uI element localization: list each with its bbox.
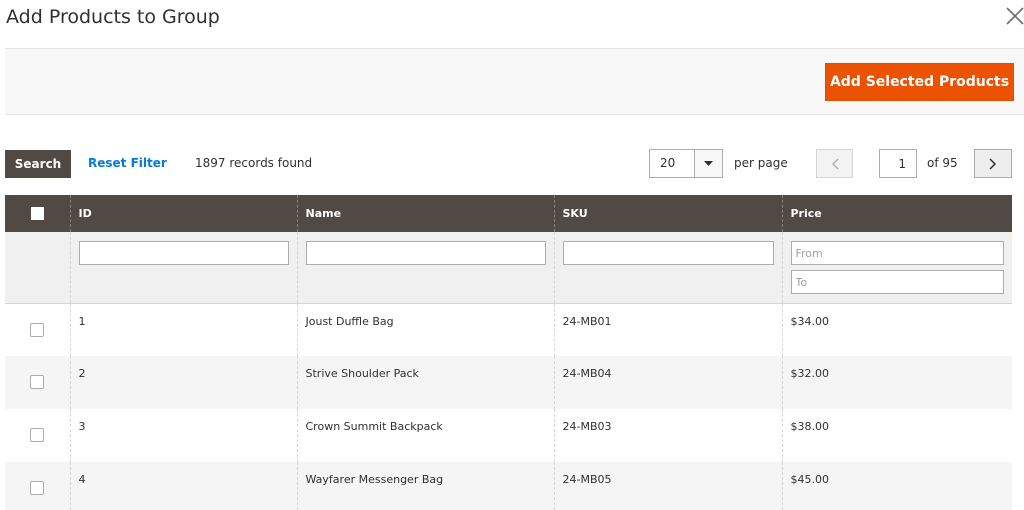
modal-actions-bar: Add Selected Products: [5, 48, 1024, 115]
filter-cell-name: [296, 232, 554, 304]
next-page-button[interactable]: [974, 149, 1012, 178]
column-header-name[interactable]: Name: [296, 195, 554, 232]
table-row[interactable]: 1 Joust Duffle Bag 24-MB01 $34.00: [5, 303, 1012, 356]
cell-id: 4: [69, 462, 297, 510]
row-checkbox[interactable]: [30, 481, 44, 495]
row-checkbox[interactable]: [30, 322, 44, 337]
cell-name: Crown Summit Backpack: [296, 409, 554, 462]
cell-id: 2: [69, 356, 297, 409]
per-page-value: 20: [660, 156, 676, 170]
filter-cell-price: [781, 232, 1012, 304]
per-page-select[interactable]: 20: [649, 149, 723, 178]
cell-price: $32.00: [781, 356, 1012, 409]
filter-cell-sku: [553, 232, 782, 304]
column-header-price[interactable]: Price: [781, 195, 1012, 232]
column-header-id[interactable]: ID: [69, 195, 297, 232]
row-select-cell: [5, 303, 70, 356]
current-page-input[interactable]: [879, 149, 917, 178]
row-select-cell: [5, 409, 70, 462]
cell-sku: 24-MB04: [553, 356, 782, 409]
total-pages-label: of 95: [927, 156, 958, 170]
chevron-left-icon: [831, 158, 839, 170]
row-checkbox[interactable]: [30, 428, 44, 442]
select-all-checkbox[interactable]: [31, 207, 44, 220]
table-row[interactable]: 3 Crown Summit Backpack 24-MB03 $38.00: [5, 409, 1012, 462]
caret-down-icon: [704, 161, 713, 166]
search-button[interactable]: Search: [5, 150, 71, 178]
row-checkbox[interactable]: [30, 375, 44, 389]
chevron-right-icon: [989, 158, 997, 170]
cell-id: 3: [69, 409, 297, 462]
filter-row: [5, 232, 1012, 304]
close-button[interactable]: [1005, 6, 1024, 26]
per-page-dropdown-toggle[interactable]: [694, 150, 722, 177]
cell-sku: 24-MB01: [553, 303, 782, 356]
column-header-select: [5, 195, 70, 232]
filter-cell-empty: [5, 232, 70, 304]
column-header-sku[interactable]: SKU: [553, 195, 782, 232]
id-filter-input[interactable]: [78, 241, 289, 265]
cell-sku: 24-MB05: [553, 462, 782, 510]
cell-name: Strive Shoulder Pack: [296, 356, 554, 409]
close-icon: [1006, 7, 1024, 25]
cell-price: $38.00: [781, 409, 1012, 462]
cell-sku: 24-MB03: [553, 409, 782, 462]
row-select-cell: [5, 356, 70, 409]
cell-price: $45.00: [781, 462, 1012, 510]
modal-title: Add Products to Group: [6, 6, 220, 28]
reset-filter-link[interactable]: Reset Filter: [88, 156, 167, 170]
records-count: 1897 records found: [195, 156, 313, 170]
cell-name: Joust Duffle Bag: [296, 303, 554, 356]
per-page-label: per page: [734, 156, 788, 170]
price-to-input[interactable]: [790, 270, 1004, 294]
sku-filter-input[interactable]: [562, 241, 774, 265]
add-selected-products-button[interactable]: Add Selected Products: [825, 63, 1014, 101]
grid-header-row: ID Name SKU Price: [5, 195, 1012, 232]
filter-cell-id: [69, 232, 297, 304]
cell-price: $34.00: [781, 303, 1012, 356]
cell-id: 1: [69, 303, 297, 356]
table-row[interactable]: 4 Wayfarer Messenger Bag 24-MB05 $45.00: [5, 462, 1012, 510]
products-grid: ID Name SKU Price 1 Joust Duffle Bag 24-…: [5, 195, 1012, 510]
table-row[interactable]: 2 Strive Shoulder Pack 24-MB04 $32.00: [5, 356, 1012, 409]
cell-name: Wayfarer Messenger Bag: [296, 462, 554, 510]
price-from-input[interactable]: [790, 241, 1004, 265]
previous-page-button[interactable]: [816, 149, 853, 178]
name-filter-input[interactable]: [305, 241, 546, 265]
row-select-cell: [5, 462, 70, 510]
